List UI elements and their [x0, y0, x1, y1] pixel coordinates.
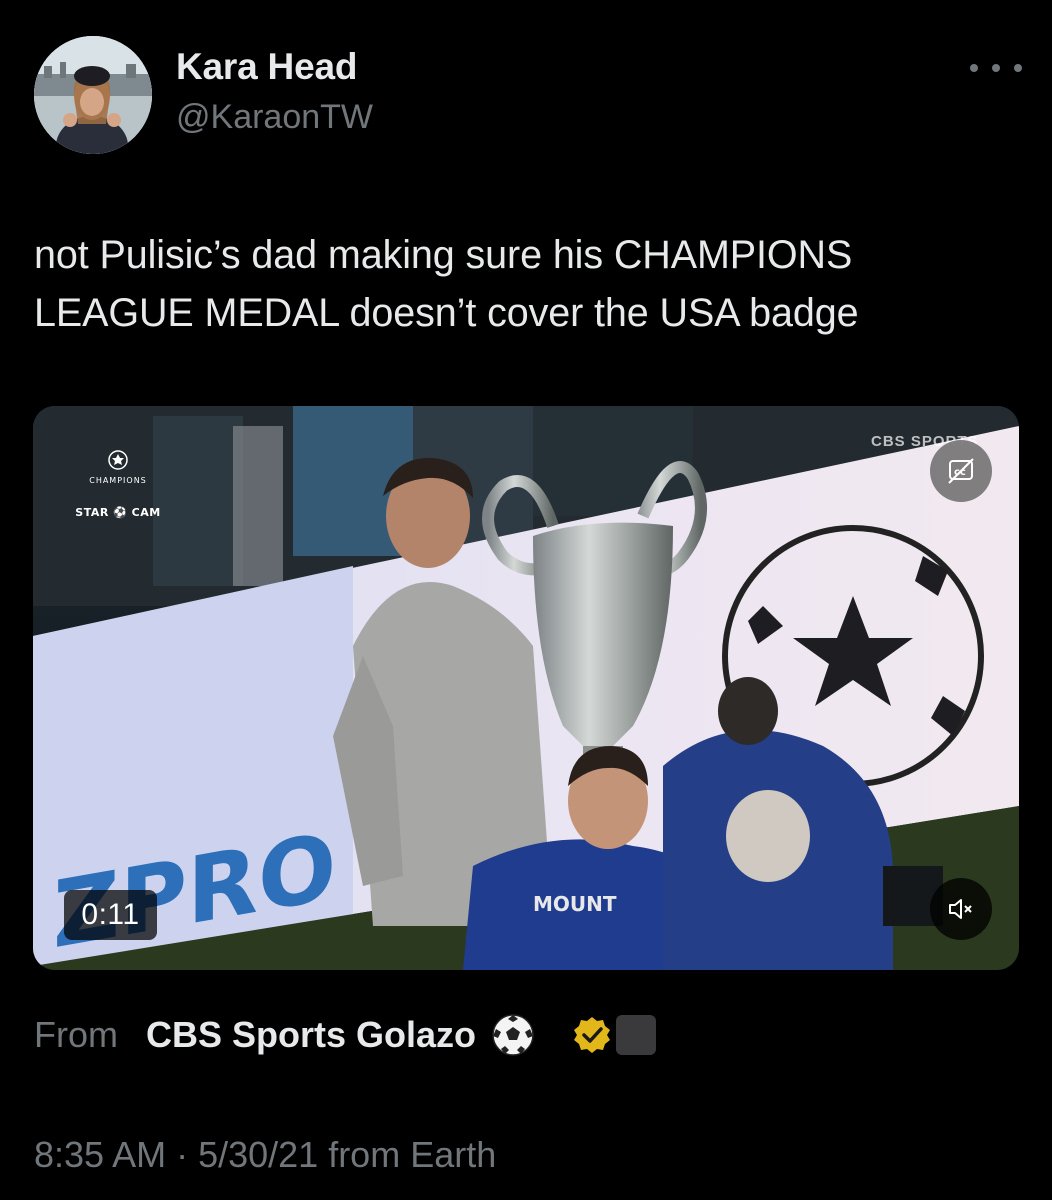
video-source: From CBS Sports Golazo [34, 1010, 657, 1060]
broadcast-bug: CHAMPIONS STAR ⚽ CAM [63, 426, 213, 519]
dot [970, 64, 978, 72]
video-player[interactable]: ZPRO MOUNT CHAMPIONS STAR ⚽ CAM CBS SPOR… [33, 406, 1019, 970]
author-avatar[interactable] [34, 36, 152, 154]
tweet-text: not Pulisic’s dad making sure his CHAMPI… [34, 226, 1024, 342]
dot [992, 64, 1000, 72]
from-label: From [34, 1014, 118, 1055]
ucl-title: CHAMPIONS [89, 476, 147, 485]
square-icon [616, 1015, 657, 1055]
tweet-text-line: LEAGUE MEDAL doesn’t cover the USA badge [34, 291, 859, 335]
verified-badge-icon [574, 1017, 611, 1053]
closed-captions-off-icon: cc [948, 458, 974, 484]
star-cam-label: STAR ⚽ CAM [75, 506, 161, 519]
source-account-name[interactable]: CBS Sports Golazo [146, 1014, 476, 1056]
author-handle[interactable]: @KaraonTW [176, 98, 373, 137]
dot [1014, 64, 1022, 72]
closed-captions-button[interactable]: cc [930, 440, 992, 502]
tweet: Kara Head @KaraonTW not Pulisic’s dad ma… [0, 0, 1052, 1200]
video-duration: 0:11 [64, 890, 157, 940]
tweet-timestamp[interactable]: 8:35 AM · 5/30/21 from Earth [34, 1134, 496, 1176]
soccer-ball-icon [492, 1014, 534, 1056]
more-options-icon[interactable] [970, 56, 1022, 80]
author-name[interactable]: Kara Head [176, 46, 357, 88]
tweet-text-line: not Pulisic’s dad making sure his CHAMPI… [34, 233, 853, 277]
jersey-name: MOUNT [533, 892, 617, 916]
muted-speaker-icon [949, 899, 972, 919]
mute-button[interactable] [930, 878, 992, 940]
starball-icon [108, 450, 128, 470]
